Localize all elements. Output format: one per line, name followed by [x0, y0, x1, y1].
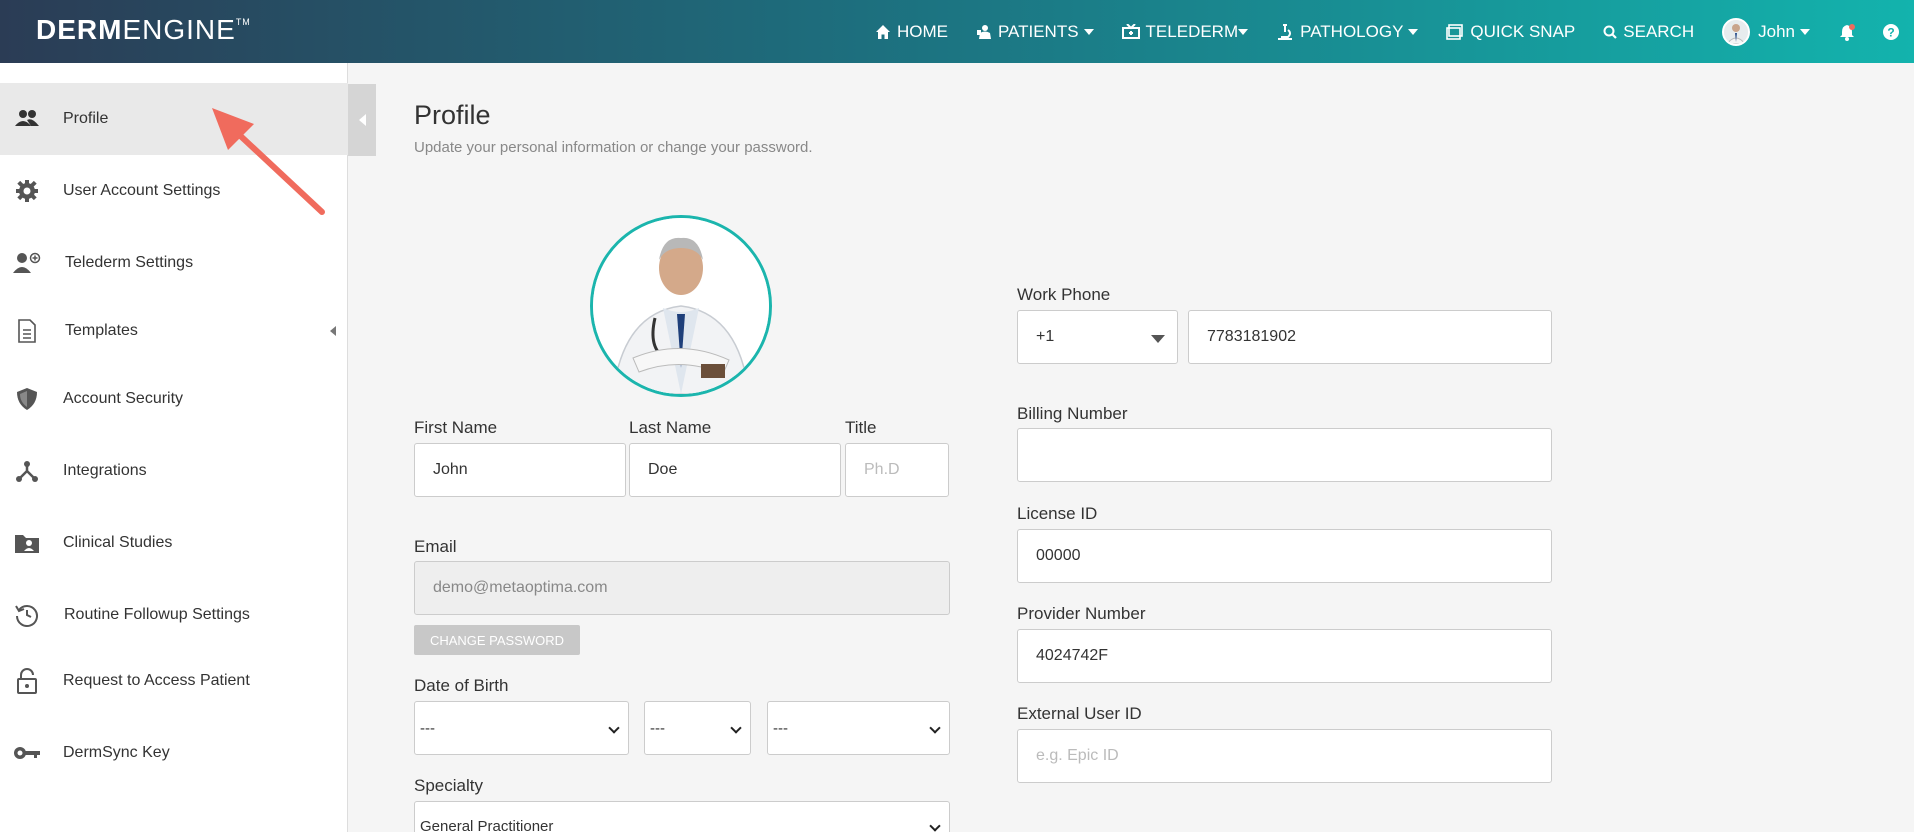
title-input[interactable]: Ph.D	[845, 443, 949, 497]
chevron-down-icon	[1800, 28, 1810, 35]
key-icon	[12, 738, 42, 768]
nav-telederm[interactable]: TELEDERM	[1121, 22, 1249, 42]
help-button[interactable]: ?	[1882, 23, 1906, 41]
billing-number-label: Billing Number	[1017, 404, 1128, 423]
page-subtitle: Update your personal information or chan…	[414, 139, 813, 156]
dermengine-logo[interactable]: DERMENGINETM	[36, 14, 251, 46]
settings-sidebar: Profile User Account Settings Telederm S…	[0, 63, 348, 832]
lock-open-icon	[12, 666, 42, 696]
main-nav: HOME PATIENTS TELEDERM PATHOLOGY QUICK S…	[847, 0, 1906, 63]
sidebar-item-telederm-settings[interactable]: Telederm Settings	[0, 227, 348, 299]
external-user-id-label: External User ID	[1017, 704, 1142, 723]
home-icon	[875, 24, 890, 39]
last-name-label: Last Name	[629, 418, 712, 437]
help-icon: ?	[1883, 23, 1899, 40]
chevron-down-icon	[730, 722, 742, 734]
bell-icon	[1840, 23, 1855, 41]
country-code-select[interactable]: +1	[1017, 310, 1178, 364]
user-plus-icon	[12, 248, 42, 278]
email-label: Email	[414, 537, 457, 556]
first-name-input[interactable]: John	[414, 443, 626, 497]
nav-search[interactable]: SEARCH	[1603, 22, 1694, 42]
folder-user-icon	[12, 528, 42, 558]
document-icon	[12, 316, 42, 346]
dob-month-select[interactable]: ---	[644, 701, 751, 755]
nav-pathology[interactable]: PATHOLOGY	[1276, 22, 1419, 42]
profile-photo[interactable]	[590, 215, 772, 397]
top-navbar: DERMENGINETM HOME PATIENTS TELEDERM PATH…	[0, 0, 1914, 63]
nav-quick-snap[interactable]: QUICK SNAP	[1446, 22, 1575, 42]
microscope-icon	[1278, 23, 1293, 40]
provider-number-label: Provider Number	[1017, 604, 1146, 623]
work-phone-label: Work Phone	[1017, 285, 1111, 304]
sidebar-item-templates[interactable]: Templates	[0, 295, 348, 367]
work-phone-input[interactable]: 7783181902	[1188, 310, 1552, 364]
patients-icon	[976, 24, 991, 39]
sidebar-item-user-account-settings[interactable]: User Account Settings	[0, 155, 348, 227]
avatar	[1722, 17, 1751, 46]
page-title: Profile	[414, 100, 491, 130]
telederm-icon	[1121, 23, 1140, 39]
provider-number-input[interactable]: 4024742F	[1017, 629, 1552, 683]
dob-label: Date of Birth	[414, 676, 509, 695]
specialty-select[interactable]: General Practitioner	[414, 801, 950, 832]
sidebar-item-integrations[interactable]: Integrations	[0, 435, 348, 507]
shield-icon	[12, 384, 42, 414]
dob-day-select[interactable]: ---	[414, 701, 629, 755]
nav-home[interactable]: HOME	[875, 22, 948, 42]
nav-user-menu[interactable]: John	[1722, 17, 1810, 46]
people-icon	[12, 104, 42, 134]
chevron-down-icon	[608, 722, 620, 734]
svg-text:?: ?	[1887, 25, 1894, 39]
license-id-label: License ID	[1017, 504, 1098, 523]
change-password-button[interactable]: CHANGE PASSWORD	[414, 625, 580, 655]
chevron-down-icon	[929, 722, 941, 734]
specialty-label: Specialty	[414, 776, 483, 795]
dob-year-select[interactable]: ---	[767, 701, 950, 755]
search-icon	[1603, 25, 1618, 39]
caret-left-icon	[358, 114, 366, 126]
sidebar-item-clinical-studies[interactable]: Clinical Studies	[0, 507, 348, 579]
integrations-icon	[12, 456, 42, 486]
sidebar-item-dermsync-key[interactable]: DermSync Key	[0, 717, 348, 789]
billing-number-input[interactable]	[1017, 428, 1552, 482]
chevron-down-icon	[1238, 28, 1249, 35]
sidebar-item-account-security[interactable]: Account Security	[0, 363, 348, 435]
sidebar-collapse-toggle[interactable]	[348, 84, 376, 156]
first-name-label: First Name	[414, 418, 498, 437]
sidebar-item-profile[interactable]: Profile	[0, 83, 348, 155]
email-input[interactable]: demo@metaoptima.com	[414, 561, 950, 615]
chevron-down-icon	[1408, 28, 1419, 35]
history-icon	[12, 600, 42, 630]
quick-snap-icon	[1446, 23, 1464, 40]
caret-left-icon	[330, 326, 336, 336]
sidebar-item-routine-followup-settings[interactable]: Routine Followup Settings	[0, 579, 348, 651]
last-name-input[interactable]: Doe	[629, 443, 841, 497]
nav-patients[interactable]: PATIENTS	[976, 22, 1094, 42]
external-user-id-input[interactable]: e.g. Epic ID	[1017, 729, 1552, 783]
title-label: Title	[845, 418, 877, 437]
gear-icon	[12, 176, 42, 206]
caret-down-icon	[1151, 335, 1165, 343]
sidebar-item-request-access-patient[interactable]: Request to Access Patient	[0, 645, 348, 717]
chevron-down-icon	[929, 820, 941, 832]
license-id-input[interactable]: 00000	[1017, 529, 1552, 583]
notifications-button[interactable]	[1838, 23, 1862, 41]
chevron-down-icon	[1083, 28, 1094, 35]
